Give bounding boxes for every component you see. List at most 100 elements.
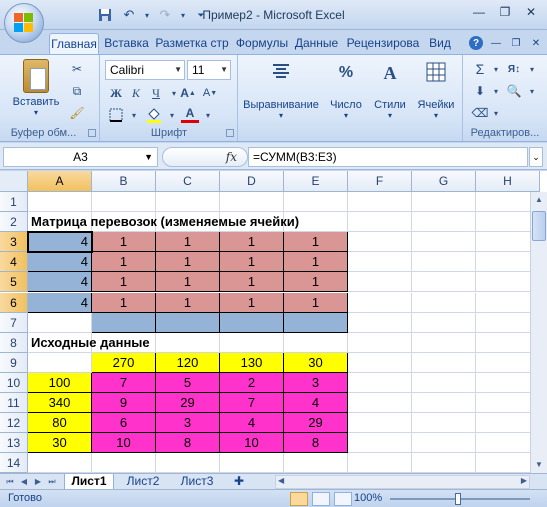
borders-dropdown-icon[interactable]: ▾ xyxy=(125,107,143,123)
matrix-cell[interactable]: 1 xyxy=(92,292,156,313)
cell-g8[interactable] xyxy=(412,332,476,353)
underline-icon[interactable]: Ч xyxy=(147,85,165,101)
cell-a9[interactable] xyxy=(28,352,92,373)
tab-review[interactable]: Рецензирова xyxy=(342,33,424,54)
horizontal-scrollbar[interactable]: ◀ ▶ xyxy=(275,475,530,489)
expand-formula-bar-icon[interactable]: ⌄ xyxy=(529,147,543,167)
row-header-9[interactable]: 9 xyxy=(0,352,28,373)
column-sum-cell[interactable] xyxy=(284,312,348,333)
column-sum-cell[interactable] xyxy=(92,312,156,333)
cell-a14[interactable] xyxy=(28,453,92,473)
help-icon[interactable]: ? xyxy=(469,36,483,50)
workbook-close-icon[interactable]: ✕ xyxy=(529,36,543,50)
cell-f2[interactable] xyxy=(348,212,412,233)
supply-cell[interactable]: 30 xyxy=(28,433,92,454)
font-name-dropdown-icon[interactable]: ▼ xyxy=(174,61,182,79)
cell-e14[interactable] xyxy=(284,453,348,473)
cell-g1[interactable] xyxy=(412,192,476,213)
cost-cell[interactable]: 7 xyxy=(92,372,156,393)
matrix-cell[interactable]: 1 xyxy=(156,272,220,293)
row-sum-cell[interactable]: 4 xyxy=(28,272,92,293)
paste-button[interactable]: Вставить ▾ xyxy=(8,59,64,117)
number-dropdown-icon[interactable]: ▾ xyxy=(324,111,368,120)
clipboard-dialog-launcher-icon[interactable] xyxy=(88,129,96,137)
cell-f5[interactable] xyxy=(348,272,412,293)
cell-g6[interactable] xyxy=(412,292,476,313)
cost-cell[interactable]: 4 xyxy=(284,393,348,414)
workbook-minimize-icon[interactable]: — xyxy=(489,36,503,50)
cost-cell[interactable]: 5 xyxy=(156,372,220,393)
cell-g5[interactable] xyxy=(412,272,476,293)
cell-g14[interactable] xyxy=(412,453,476,473)
cell-f3[interactable] xyxy=(348,232,412,253)
fill-dropdown-icon[interactable]: ▾ xyxy=(487,83,505,99)
scroll-left-icon[interactable]: ◀ xyxy=(278,476,284,485)
cell-g3[interactable] xyxy=(412,232,476,253)
column-sum-cell[interactable] xyxy=(220,312,284,333)
shrink-font-icon[interactable]: A ▼ xyxy=(201,85,219,101)
cell-f11[interactable] xyxy=(348,393,412,414)
row-header-4[interactable]: 4 xyxy=(0,252,28,273)
cell-d8[interactable] xyxy=(220,332,284,353)
cost-cell[interactable]: 29 xyxy=(156,393,220,414)
row-sum-cell[interactable]: 4 xyxy=(28,232,92,253)
cell-d1[interactable] xyxy=(220,192,284,213)
styles-button[interactable]: A Стили ▾ xyxy=(368,61,412,120)
vertical-scroll-thumb[interactable] xyxy=(532,211,546,241)
cell-g2[interactable] xyxy=(412,212,476,233)
matrix-cell[interactable]: 1 xyxy=(284,252,348,273)
column-header-d[interactable]: D xyxy=(220,171,284,192)
autosum-dropdown-icon[interactable]: ▾ xyxy=(487,61,505,77)
font-color-dropdown-icon[interactable]: ▾ xyxy=(199,107,217,123)
cost-cell[interactable]: 9 xyxy=(92,393,156,414)
row-sum-cell[interactable]: 4 xyxy=(28,252,92,273)
cell-g12[interactable] xyxy=(412,413,476,434)
supply-cell[interactable]: 80 xyxy=(28,413,92,434)
row-header-5[interactable]: 5 xyxy=(0,272,28,293)
row-header-11[interactable]: 11 xyxy=(0,393,28,414)
restore-icon[interactable]: ❐ xyxy=(493,3,517,21)
paste-dropdown-icon[interactable]: ▾ xyxy=(8,108,64,117)
cell-c1[interactable] xyxy=(156,192,220,213)
matrix-cell[interactable]: 1 xyxy=(220,252,284,273)
close-icon[interactable]: ✕ xyxy=(519,3,543,21)
demand-cell[interactable]: 130 xyxy=(220,352,284,373)
cell-g7[interactable] xyxy=(412,312,476,333)
alignment-dropdown-icon[interactable]: ▾ xyxy=(240,111,322,120)
find-dropdown-icon[interactable]: ▾ xyxy=(523,83,541,99)
row-sum-cell[interactable]: 4 xyxy=(28,292,92,313)
cell-g4[interactable] xyxy=(412,252,476,273)
zoom-level[interactable]: 100% xyxy=(354,492,382,504)
font-size-dropdown-icon[interactable]: ▼ xyxy=(220,61,228,79)
cell-a7[interactable] xyxy=(28,312,92,333)
cost-cell[interactable]: 2 xyxy=(220,372,284,393)
italic-icon[interactable]: К xyxy=(127,85,145,101)
supply-cell[interactable]: 340 xyxy=(28,393,92,414)
formula-input[interactable]: =СУММ(B3:E3) xyxy=(248,147,528,167)
scroll-down-icon[interactable]: ▼ xyxy=(532,457,546,473)
fill-color-icon[interactable] xyxy=(145,107,163,123)
row-header-12[interactable]: 12 xyxy=(0,413,28,434)
last-sheet-icon[interactable]: ⏭ xyxy=(46,475,58,488)
name-box[interactable]: A3 ▼ xyxy=(3,147,158,167)
matrix-cell[interactable]: 1 xyxy=(92,272,156,293)
tab-home[interactable]: Главная xyxy=(49,33,99,54)
first-sheet-icon[interactable]: ⏮ xyxy=(4,475,16,488)
tab-view[interactable]: Вид xyxy=(426,33,454,54)
page-break-view-icon[interactable] xyxy=(334,492,352,506)
cost-cell[interactable]: 29 xyxy=(284,413,348,434)
find-select-icon[interactable]: 🔍 xyxy=(505,83,523,99)
demand-cell[interactable]: 270 xyxy=(92,352,156,373)
cost-cell[interactable]: 3 xyxy=(284,372,348,393)
cell-g9[interactable] xyxy=(412,352,476,373)
scroll-right-icon[interactable]: ▶ xyxy=(521,476,527,485)
zoom-slider-thumb[interactable] xyxy=(455,493,461,505)
cell-c14[interactable] xyxy=(156,453,220,473)
next-sheet-icon[interactable]: ▶ xyxy=(32,475,44,488)
row-header-14[interactable]: 14 xyxy=(0,453,28,473)
matrix-cell[interactable]: 1 xyxy=(284,292,348,313)
scroll-up-icon[interactable]: ▲ xyxy=(532,192,546,208)
matrix-cell[interactable]: 1 xyxy=(220,272,284,293)
matrix-cell[interactable]: 1 xyxy=(156,292,220,313)
sort-filter-icon[interactable]: Я↕ xyxy=(505,61,523,77)
